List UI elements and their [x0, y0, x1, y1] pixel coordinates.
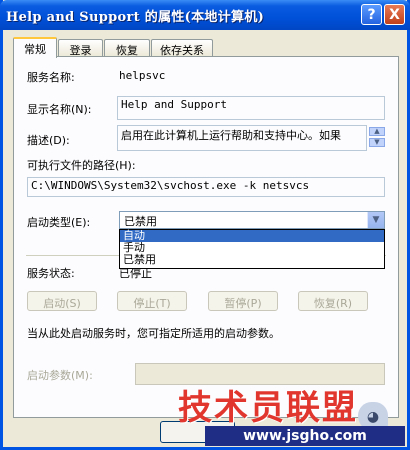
scroll-up-icon[interactable]: ▲	[369, 127, 385, 136]
display-name-label: 显示名称(N):	[27, 103, 92, 116]
help-button[interactable]: ?	[361, 4, 382, 25]
option-disabled[interactable]: 已禁用	[120, 254, 384, 266]
title-bar[interactable]: Help and Support 的属性(本地计算机) ? X	[0, 0, 410, 30]
service-status-label: 服务状态:	[27, 267, 75, 280]
startup-params-hint: 当从此处启动服务时，您可指定所适用的启动参数。	[27, 327, 280, 340]
startup-type-dropdown[interactable]: 已禁用 ▼	[119, 211, 385, 229]
startup-type-selected: 已禁用	[124, 215, 157, 228]
display-name-field[interactable]: Help and Support	[117, 96, 385, 120]
scroll-down-icon[interactable]: ▼	[369, 138, 385, 147]
resume-button[interactable]: 恢复(R)	[298, 291, 368, 311]
startup-type-options: 自动 手动 已禁用	[119, 229, 385, 269]
option-auto[interactable]: 自动	[120, 230, 384, 242]
startup-type-label: 启动类型(E):	[27, 216, 91, 229]
chevron-down-icon[interactable]: ▼	[367, 212, 384, 228]
description-field[interactable]: 启用在此计算机上运行帮助和支持中心。如果	[117, 125, 367, 151]
pause-button[interactable]: 暂停(P)	[208, 291, 278, 311]
stop-button[interactable]: 停止(T)	[117, 291, 187, 311]
close-button[interactable]: X	[384, 4, 405, 25]
start-button[interactable]: 启动(S)	[27, 291, 97, 311]
tab-general[interactable]: 常规	[13, 37, 57, 58]
option-manual[interactable]: 手动	[120, 242, 384, 254]
tab-recovery[interactable]: 恢复	[104, 39, 150, 57]
startup-params-label: 启动参数(M):	[27, 369, 93, 382]
watermark-logo: 技术员联盟	[178, 388, 358, 428]
tab-dependencies[interactable]: 依存关系	[151, 39, 213, 57]
tab-logon[interactable]: 登录	[58, 39, 103, 57]
window-title: Help and Support 的属性(本地计算机)	[6, 10, 265, 25]
executable-path-label: 可执行文件的路径(H):	[27, 159, 136, 172]
watermark-url: www.jsgho.com	[205, 426, 405, 446]
description-label: 描述(D):	[27, 134, 70, 147]
service-name-label: 服务名称:	[27, 71, 75, 84]
executable-path-field: C:\WINDOWS\System32\svchost.exe -k netsv…	[27, 177, 385, 197]
general-tab-panel: 服务名称: helpsvc 显示名称(N): Help and Support …	[13, 56, 399, 418]
service-name-value: helpsvc	[119, 69, 166, 82]
